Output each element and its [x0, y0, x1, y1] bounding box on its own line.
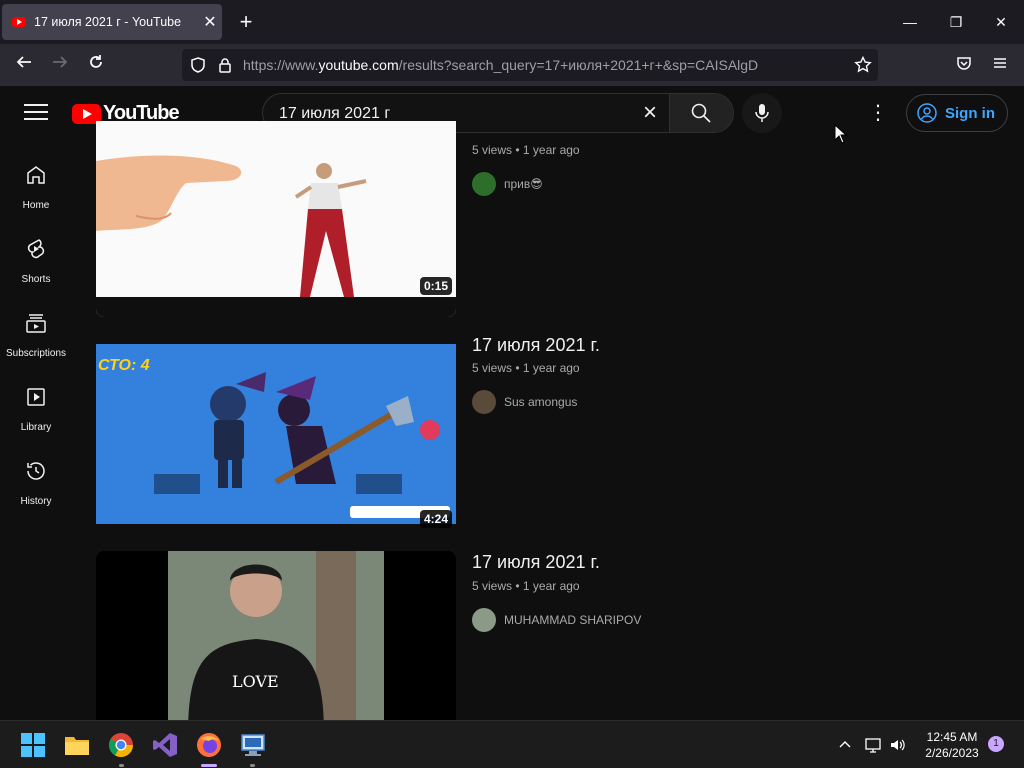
sidebar-item-subscriptions[interactable]: Subscriptions [0, 289, 72, 363]
file-explorer-icon[interactable] [63, 731, 91, 759]
guide-menu-button[interactable] [24, 104, 48, 122]
video-result[interactable]: LOVE 17 июля 2021 г. 5 views • 1 year ag… [96, 551, 996, 720]
notification-badge[interactable]: 1 [988, 736, 1004, 752]
search-icon [691, 103, 711, 123]
windows-start-icon[interactable] [19, 731, 47, 759]
subscriptions-icon [26, 314, 46, 333]
app-menu-button[interactable] [986, 51, 1014, 79]
avatar[interactable] [472, 172, 496, 196]
avatar[interactable] [472, 390, 496, 414]
microphone-icon [755, 104, 769, 122]
home-icon [27, 166, 45, 184]
history-icon [27, 462, 45, 480]
pocket-button[interactable] [950, 51, 978, 79]
account-icon [917, 103, 937, 123]
sidebar-item-label: Library [20, 422, 52, 433]
chrome-icon[interactable] [107, 731, 135, 759]
bookmark-star-icon[interactable] [854, 56, 872, 74]
avatar[interactable] [472, 608, 496, 632]
sidebar-item-label: Shorts [21, 274, 51, 285]
close-tab-icon[interactable]: ✕ [198, 12, 222, 32]
volume-icon[interactable] [889, 736, 907, 754]
search-button[interactable] [669, 94, 733, 132]
address-bar[interactable]: https://www.youtube.com/results?search_q… [182, 49, 878, 81]
minimize-button[interactable]: — [895, 8, 925, 36]
taskbar: 12:45 AM 2/26/2023 [0, 720, 1024, 768]
close-window-button[interactable]: ✕ [986, 8, 1016, 36]
thumbnail-image: СТО: 4 [96, 344, 456, 524]
system-clock[interactable]: 12:45 AM 2/26/2023 [914, 729, 990, 761]
forward-button[interactable] [46, 51, 74, 79]
network-icon[interactable] [864, 736, 882, 754]
video-thumbnail[interactable]: LOVE [96, 551, 456, 720]
tab-title: 17 июля 2021 г - YouTube [34, 15, 182, 29]
svg-text:СТО: 4: СТО: 4 [98, 357, 150, 374]
settings-menu-icon[interactable]: ⋮ [866, 100, 890, 126]
sign-in-label: Sign in [945, 104, 995, 122]
side-nav: Home Shorts Subscriptions Library Histor… [0, 141, 72, 720]
video-duration: 0:15 [419, 277, 452, 295]
voice-search-button[interactable] [742, 93, 782, 133]
video-result[interactable]: 0:15 5 views • 1 year ago прив😎 [96, 121, 996, 321]
library-icon [27, 388, 45, 406]
video-title[interactable]: 17 июля 2021 г. [472, 552, 600, 573]
video-thumbnail[interactable]: 0:15 [96, 121, 456, 317]
sidebar-item-label: Subscriptions [5, 348, 67, 359]
shorts-icon [27, 239, 45, 259]
shield-icon[interactable] [190, 57, 206, 73]
channel-link[interactable]: MUHAMMAD SHARIPOV [472, 608, 641, 632]
mouse-cursor-icon [834, 124, 848, 144]
video-duration: 4:24 [419, 510, 452, 528]
sign-in-button[interactable]: Sign in [906, 94, 1008, 132]
chevron-up-icon[interactable] [838, 738, 852, 752]
video-thumbnail[interactable]: СТО: 4 4:24 [96, 334, 456, 534]
browser-tab[interactable]: 17 июля 2021 г - YouTube ✕ [2, 4, 222, 40]
youtube-favicon-icon [12, 17, 26, 27]
channel-name[interactable]: MUHAMMAD SHARIPOV [504, 613, 641, 627]
browser-nav-bar: https://www.youtube.com/results?search_q… [0, 44, 1024, 86]
url-text: https://www.youtube.com/results?search_q… [243, 57, 759, 73]
channel-link[interactable]: Sus amongus [472, 390, 577, 414]
thumbnail-image [96, 121, 456, 317]
reload-button[interactable] [82, 51, 110, 79]
sidebar-item-label: Home [22, 200, 50, 211]
clock-time: 12:45 AM [926, 730, 978, 744]
channel-link[interactable]: прив😎 [472, 172, 543, 196]
clear-search-icon[interactable]: × [637, 100, 663, 126]
lock-icon[interactable] [218, 57, 232, 73]
back-arrow-icon [16, 56, 31, 68]
video-result[interactable]: СТО: 4 4:24 17 июля 2021 г. 5 views • 1 … [96, 334, 996, 534]
restore-button[interactable]: ❐ [941, 8, 971, 36]
back-button[interactable] [10, 51, 38, 79]
sidebar-item-history[interactable]: History [0, 437, 72, 511]
video-meta: 5 views • 1 year ago [472, 143, 580, 157]
svg-text:LOVE: LOVE [232, 672, 279, 691]
remote-desktop-icon[interactable] [239, 731, 267, 759]
active-app-indicator [201, 764, 217, 767]
video-meta: 5 views • 1 year ago [472, 361, 580, 375]
firefox-icon[interactable] [195, 731, 223, 759]
sidebar-item-library[interactable]: Library [0, 363, 72, 437]
channel-name[interactable]: прив😎 [504, 177, 543, 191]
sidebar-item-shorts[interactable]: Shorts [0, 215, 72, 289]
browser-tab-bar: 17 июля 2021 г - YouTube ✕ + — ❐ ✕ [0, 0, 1024, 44]
video-title[interactable]: 17 июля 2021 г. [472, 335, 600, 356]
channel-name[interactable]: Sus amongus [504, 395, 577, 409]
visual-studio-icon[interactable] [151, 731, 179, 759]
hamburger-menu-icon [994, 58, 1006, 68]
forward-arrow-icon [53, 56, 68, 68]
clock-date: 2/26/2023 [925, 746, 979, 760]
reload-icon [90, 55, 102, 68]
video-meta: 5 views • 1 year ago [472, 579, 580, 593]
sidebar-item-home[interactable]: Home [0, 141, 72, 215]
thumbnail-image: LOVE [168, 551, 384, 720]
running-app-indicator [250, 764, 255, 767]
running-app-indicator [119, 764, 124, 767]
sidebar-item-label: History [20, 496, 52, 507]
pocket-icon [957, 57, 971, 70]
new-tab-button[interactable]: + [232, 8, 260, 36]
